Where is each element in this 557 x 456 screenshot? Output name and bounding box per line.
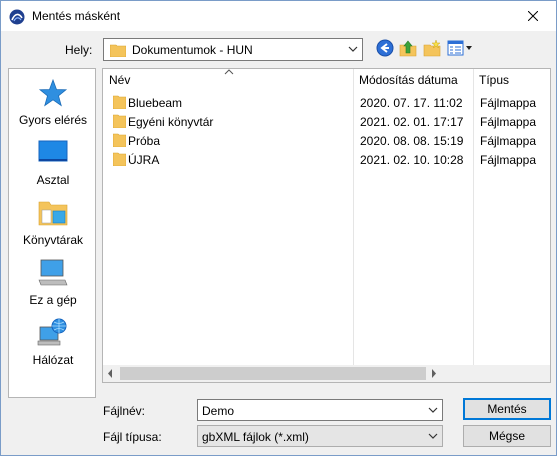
view-menu-icon [447,40,472,56]
title-bar: Mentés másként [1,1,556,31]
app-logo-icon [9,9,25,25]
file-date: 2021. 02. 10. 10:28 [360,153,464,167]
network-icon [37,318,67,346]
table-row[interactable]: Próba 2020. 08. 08. 15:19 Fájlmappa [103,131,550,150]
scrollbar-corner [447,365,550,382]
file-type: Fájlmappa [480,115,537,129]
save-as-dialog: Mentés másként Hely: Dokumentumok - HUN [0,0,557,456]
chevron-down-icon [348,46,358,52]
file-list: Név Módosítás dátuma Típus Bluebeam 2020… [102,68,551,383]
scrollbar-thumb[interactable] [120,367,426,380]
close-button[interactable] [511,1,556,31]
folder-icon [113,133,126,147]
place-desktop[interactable]: Asztal [9,137,97,195]
file-name: Próba [128,134,161,148]
window-title: Mentés másként [32,9,121,23]
place-label: Asztal [36,173,70,187]
location-label: Hely: [65,43,93,57]
chevron-down-icon [428,433,438,439]
libraries-icon [38,201,68,226]
place-label: Ez a gép [29,293,77,307]
location-value: Dokumentumok - HUN [132,43,253,57]
file-date: 2021. 02. 01. 17:17 [360,115,464,129]
folder-icon [110,44,126,57]
column-header-name[interactable]: Név [103,69,353,93]
folder-icon [113,114,126,128]
filename-value: Demo [202,404,235,418]
filetype-label: Fájl típusa: [103,430,162,444]
chevron-down-icon[interactable] [428,407,438,414]
place-network[interactable]: Hálózat [9,317,97,375]
folder-icon [113,152,126,166]
view-menu-button[interactable] [447,39,473,59]
place-libraries[interactable]: Könyvtárak [9,197,97,255]
place-label: Gyors elérés [18,113,88,127]
up-folder-button[interactable] [399,39,419,59]
back-icon [376,39,394,57]
filetype-select[interactable]: gbXML fájlok (*.xml) [197,425,443,447]
filename-input[interactable]: Demo [197,399,443,421]
table-row[interactable]: Bluebeam 2020. 07. 17. 11:02 Fájlmappa [103,93,550,112]
desktop-icon [38,140,68,162]
file-type: Fájlmappa [480,153,537,167]
new-folder-icon [423,39,441,57]
filename-label: Fájlnév: [103,404,146,418]
location-dropdown[interactable]: Dokumentumok - HUN [103,38,363,61]
table-row[interactable]: ÚJRA 2021. 02. 10. 10:28 Fájlmappa [103,150,550,169]
close-icon [528,11,538,21]
scroll-right-icon[interactable] [431,369,437,378]
cancel-button[interactable]: Mégse [463,425,551,447]
filetype-value: gbXML fájlok (*.xml) [202,430,309,444]
file-type: Fájlmappa [480,96,537,110]
save-button[interactable]: Mentés [463,398,551,420]
place-label: Hálózat [32,353,74,367]
file-name: Bluebeam [128,96,183,110]
star-icon [38,78,68,107]
new-folder-button[interactable] [423,39,443,59]
up-folder-icon [399,40,417,57]
scroll-left-icon[interactable] [107,369,113,378]
place-quick-access[interactable]: Gyors elérés [9,77,97,135]
file-name: Egyéni könyvtár [128,115,214,129]
back-button[interactable] [376,39,396,59]
computer-icon [38,259,68,286]
places-bar: Gyors elérés Asztal Könyvtárak Ez a gép [8,68,96,398]
table-row[interactable]: Egyéni könyvtár 2021. 02. 01. 17:17 Fájl… [103,112,550,131]
folder-icon [113,95,126,109]
place-label: Könyvtárak [22,233,84,247]
file-type: Fájlmappa [480,134,537,148]
place-this-pc[interactable]: Ez a gép [9,257,97,315]
column-header-date[interactable]: Módosítás dátuma [353,69,473,93]
file-name: ÚJRA [128,153,160,167]
file-date: 2020. 08. 08. 15:19 [360,134,464,148]
column-header-type[interactable]: Típus [473,69,550,93]
file-date: 2020. 07. 17. 11:02 [360,96,463,110]
